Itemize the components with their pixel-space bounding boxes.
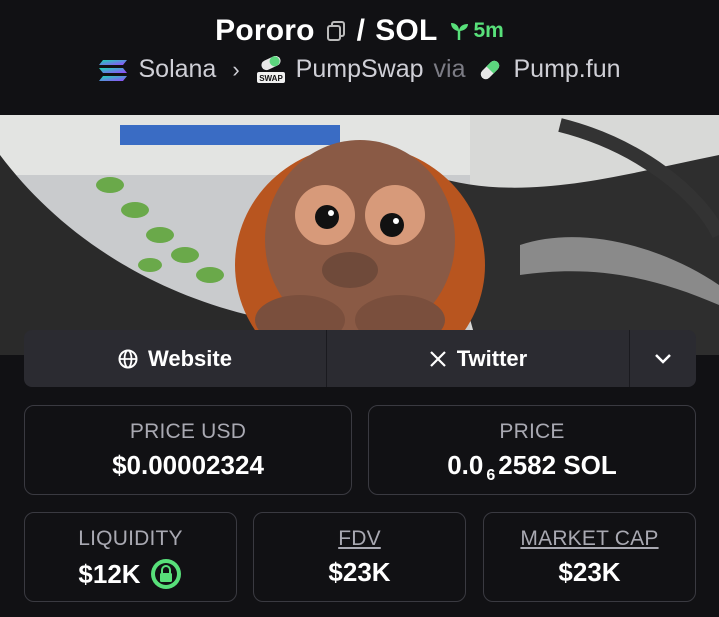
launchpad-name[interactable]: Pump.fun xyxy=(514,55,621,84)
solana-icon xyxy=(99,59,128,81)
social-links-bar: Website Twitter xyxy=(24,330,696,387)
copy-icon[interactable] xyxy=(325,20,347,42)
globe-icon xyxy=(118,349,138,368)
liquidity-value: $12K xyxy=(78,558,141,589)
website-button[interactable]: Website xyxy=(24,330,327,387)
chevron-right-icon: › xyxy=(232,56,240,82)
quote-symbol: SOL xyxy=(375,14,438,47)
x-logo-icon xyxy=(429,350,446,367)
pair-title-row: Pororo / SOL 5m xyxy=(0,14,719,48)
svg-text:SWAP: SWAP xyxy=(259,74,283,83)
token-symbol: Pororo xyxy=(215,14,315,47)
price-zero-count: 6 xyxy=(486,466,496,484)
chain-name[interactable]: Solana xyxy=(138,55,216,84)
pair-separator: / xyxy=(356,14,366,47)
lock-icon[interactable] xyxy=(149,557,183,591)
pill-icon xyxy=(480,60,499,79)
market-cap-label[interactable]: MARKET CAP xyxy=(484,527,695,551)
liquidity-value-row: $12K xyxy=(25,557,236,591)
website-label: Website xyxy=(148,345,232,371)
liquidity-card: LIQUIDITY $12K xyxy=(24,512,237,602)
pair-age: 5m xyxy=(448,19,504,43)
pair-age-text: 5m xyxy=(473,19,504,42)
pair-meta-row: Solana › SWAP PumpSwap via Pump.fun xyxy=(0,55,719,84)
token-banner-image xyxy=(0,115,719,355)
price-prefix: 0.0 xyxy=(447,450,484,480)
market-cap-card: MARKET CAP $23K xyxy=(483,512,696,602)
price-suffix: 2582 SOL xyxy=(498,450,617,480)
price-native-label: PRICE xyxy=(499,420,565,443)
chevron-down-icon xyxy=(655,353,671,364)
fdv-card: FDV $23K xyxy=(253,512,466,602)
liquidity-label: LIQUIDITY xyxy=(78,527,183,550)
sprout-icon xyxy=(450,23,468,40)
via-label: via xyxy=(433,55,466,83)
fdv-value: $23K xyxy=(328,557,391,587)
twitter-label: Twitter xyxy=(456,345,528,371)
market-cap-value: $23K xyxy=(558,557,621,587)
price-usd-label: PRICE USD xyxy=(129,420,247,443)
fdv-label[interactable]: FDV xyxy=(254,527,465,551)
twitter-button[interactable]: Twitter xyxy=(327,330,630,387)
pumpswap-icon: SWAP xyxy=(256,55,285,83)
more-links-button[interactable] xyxy=(630,330,696,387)
price-native-value: 0.0 6 2582 SOL xyxy=(369,450,695,484)
dex-name[interactable]: PumpSwap xyxy=(296,55,424,84)
price-usd-card: PRICE USD $0.00002324 xyxy=(24,405,352,495)
price-native-card: PRICE 0.0 6 2582 SOL xyxy=(368,405,696,495)
pair-header: Pororo / SOL 5m Solana › SWAP PumpSwap v… xyxy=(0,0,719,115)
price-usd-value: $0.00002324 xyxy=(112,450,264,480)
